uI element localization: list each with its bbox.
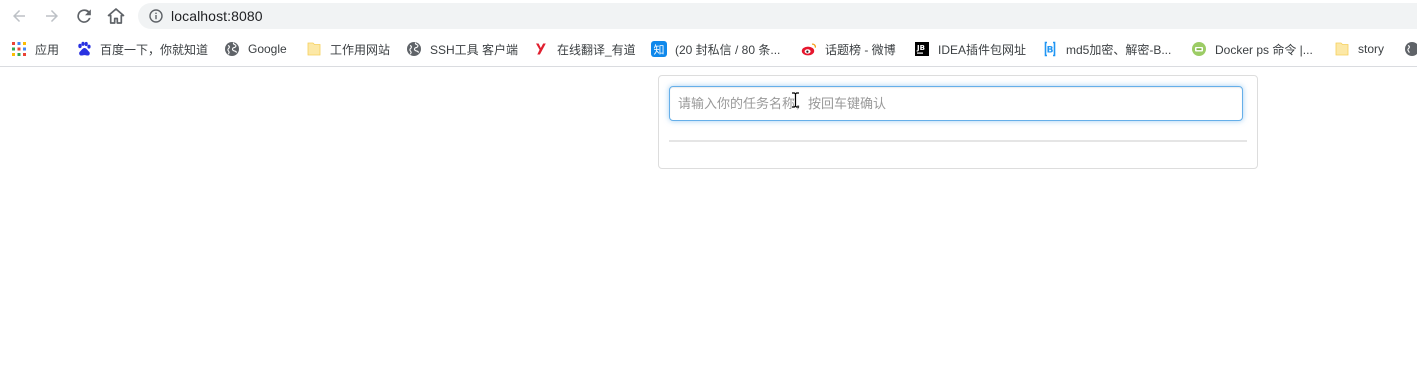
bookmark-label: Docker ps 命令 |... (1215, 42, 1313, 57)
svg-text:B: B (1047, 46, 1054, 56)
arrow-right-icon (46, 10, 58, 22)
bookmarks-bar: 应用 百度一下，你就知道 Google 工作用网站 SSH工具 客户端 在线翻译… (0, 33, 1417, 67)
bookmark-folder-story[interactable]: story (1334, 40, 1384, 58)
globe-icon (224, 41, 240, 57)
baidu-paw-icon (76, 41, 92, 57)
bejson-icon: B (1042, 41, 1058, 57)
folder-icon (1334, 41, 1350, 57)
bookmark-label: story (1358, 42, 1385, 56)
home-button[interactable] (105, 5, 127, 27)
bookmark-docker[interactable]: Docker ps 命令 |... (1191, 40, 1313, 58)
bookmark-apps[interactable]: 应用 (11, 40, 59, 58)
folder-icon (306, 41, 322, 57)
address-bar[interactable]: localhost:8080 (138, 3, 1417, 29)
text-cursor-icon (792, 92, 799, 108)
bookmark-label: 在线翻译_有道 (557, 42, 636, 57)
bookmark-youdao[interactable]: 在线翻译_有道 (533, 40, 636, 58)
bookmark-label: 应用 (35, 42, 60, 57)
bookmark-md5[interactable]: B md5加密、解密-B... (1042, 40, 1171, 58)
runoob-icon (1191, 41, 1207, 57)
back-button[interactable] (8, 5, 30, 27)
bookmark-label: md5加密、解密-B... (1066, 42, 1172, 57)
bookmark-label: SSH工具 客户端 (430, 42, 519, 57)
svg-text:知: 知 (654, 43, 665, 57)
task-name-input[interactable] (669, 86, 1243, 121)
jetbrains-icon: JB (914, 41, 930, 57)
home-icon (107, 8, 125, 24)
zhihu-icon: 知 (651, 41, 667, 57)
forward-button[interactable] (41, 5, 63, 27)
bookmark-folder-work[interactable]: 工作用网站 (306, 40, 390, 58)
bookmark-label: 话题榜 - 微博 (825, 42, 896, 57)
bookmark-label: (20 封私信 / 80 条... (675, 42, 781, 57)
browser-toolbar: localhost:8080 (0, 0, 1417, 33)
bookmark-weibo[interactable]: 话题榜 - 微博 (801, 40, 896, 58)
bookmark-label: 百度一下，你就知道 (100, 42, 209, 57)
reload-icon (77, 9, 91, 23)
bookmark-idea[interactable]: JB IDEA插件包网址 (914, 40, 1026, 58)
site-info-icon[interactable] (149, 9, 163, 23)
weibo-icon (801, 41, 817, 57)
bookmark-ssh[interactable]: SSH工具 客户端 (406, 40, 518, 58)
bookmark-label: Google (248, 42, 287, 56)
divider (669, 140, 1247, 142)
address-url[interactable]: localhost:8080 (171, 8, 263, 24)
globe-icon (1404, 41, 1417, 57)
bookmark-google[interactable]: Google (224, 40, 287, 58)
bookmark-label: IDEA插件包网址 (938, 42, 1027, 57)
bookmark-overflow[interactable] (1404, 40, 1417, 58)
bookmark-zhihu[interactable]: 知 (20 封私信 / 80 条... (651, 40, 780, 58)
apps-grid-icon (11, 41, 27, 57)
svg-text:JB: JB (916, 44, 925, 52)
arrow-left-icon (13, 10, 25, 22)
youdao-icon (533, 41, 549, 57)
reload-button[interactable] (73, 5, 95, 27)
bookmark-label: 工作用网站 (330, 42, 391, 57)
bookmark-baidu[interactable]: 百度一下，你就知道 (76, 40, 208, 58)
todo-panel (658, 75, 1258, 169)
globe-icon (406, 41, 422, 57)
